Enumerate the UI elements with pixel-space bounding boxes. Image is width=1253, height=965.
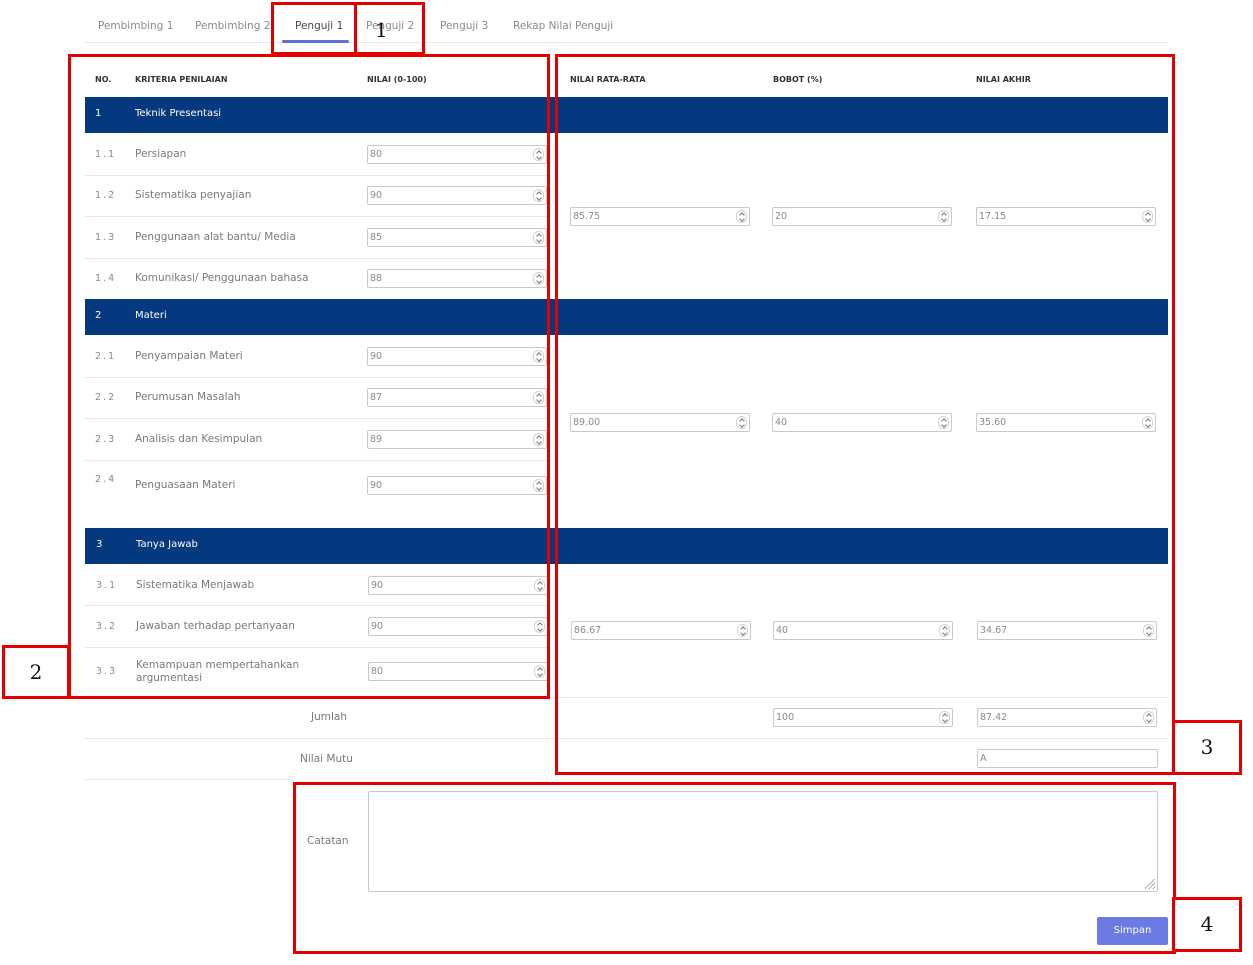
annotation-box-4 <box>293 782 1176 954</box>
tabs-divider <box>85 42 1168 43</box>
annotation-divider <box>354 2 357 55</box>
tab-pembimbing-1[interactable]: Pembimbing 1 <box>98 20 173 32</box>
tab-penguji-3[interactable]: Penguji 3 <box>440 20 488 32</box>
row-divider <box>85 779 290 780</box>
tab-pembimbing-2[interactable]: Pembimbing 2 <box>195 20 270 32</box>
annotation-label-4: 4 <box>1172 897 1242 952</box>
annotation-box-2 <box>68 54 550 699</box>
annotation-label-2: 2 <box>2 645 70 699</box>
total-label: Jumlah <box>311 711 347 723</box>
annotation-box-1 <box>271 2 425 55</box>
tab-rekap-nilai-penguji[interactable]: Rekap Nilai Penguji <box>513 20 613 32</box>
annotation-label-3: 3 <box>1172 720 1242 775</box>
grade-label: Nilai Mutu <box>300 753 353 765</box>
annotation-label-1: 1 <box>375 18 388 42</box>
annotation-box-3 <box>555 54 1175 775</box>
